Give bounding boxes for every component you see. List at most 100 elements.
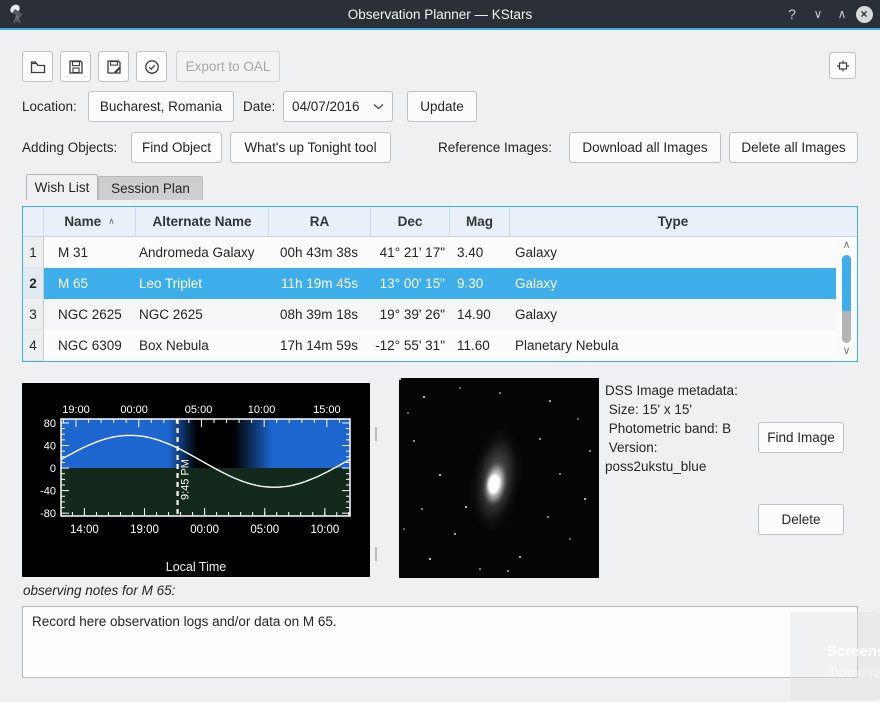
column-header-mag[interactable]: Mag: [450, 207, 510, 236]
find-image-button[interactable]: Find Image: [758, 422, 844, 453]
cell-type: Galaxy: [510, 268, 836, 299]
splitter-handle[interactable]: [373, 383, 379, 577]
column-header-type[interactable]: Type: [510, 207, 836, 236]
table-row[interactable]: 4 NGC 6309 Box Nebula 17h 14m 59s -12° 5…: [23, 330, 836, 361]
cell-alternate-name: Box Nebula: [136, 330, 269, 361]
wish-list-table[interactable]: Name∧ Alternate Name RA Dec Mag Type 1 M…: [22, 206, 858, 362]
minimize-button[interactable]: ∨: [806, 0, 830, 28]
svg-text:14:00: 14:00: [70, 524, 99, 536]
print-button[interactable]: [829, 52, 856, 79]
whats-up-tonight-button[interactable]: What's up Tonight tool: [230, 132, 391, 163]
close-button[interactable]: ×: [852, 0, 876, 28]
column-header-name[interactable]: Name∧: [44, 207, 136, 236]
metadata-title: DSS Image metadata:: [605, 381, 757, 400]
cell-alternate-name: Andromeda Galaxy: [136, 237, 269, 268]
svg-text:10:00: 10:00: [310, 524, 339, 536]
date-combobox[interactable]: 04/07/2016: [283, 91, 393, 122]
date-label: Date:: [243, 91, 275, 122]
update-button[interactable]: Update: [407, 91, 477, 122]
cell-type: Galaxy: [510, 237, 836, 268]
scroll-down-icon[interactable]: ∨: [842, 346, 850, 358]
date-value: 04/07/2016: [292, 99, 360, 114]
cell-alternate-name: NGC 2625: [136, 299, 269, 330]
cell-name: M 31: [44, 237, 136, 268]
svg-text:40: 40: [44, 441, 56, 453]
cell-ra: 08h 39m 18s: [269, 299, 371, 330]
help-button[interactable]: ?: [780, 0, 804, 28]
altitude-vs-time-button[interactable]: [136, 51, 167, 82]
row-number: 1: [23, 237, 44, 268]
sort-ascending-icon: ∧: [108, 216, 115, 227]
cell-mag: 11.60: [450, 330, 510, 361]
table-corner: [23, 207, 44, 236]
cell-dec: 41° 21' 17": [371, 237, 450, 268]
tab-session-plan[interactable]: Session Plan: [98, 176, 203, 200]
export-to-oal-button[interactable]: Export to OAL: [176, 51, 280, 82]
chevron-down-icon: [373, 103, 384, 110]
find-object-button[interactable]: Find Object: [131, 132, 222, 163]
scroll-up-icon[interactable]: ∧: [842, 240, 850, 252]
save-as-icon: [105, 58, 123, 76]
table-scrollbar[interactable]: ∧ ∨: [836, 237, 857, 361]
table-row[interactable]: 2 M 65 Leo Triplet 11h 19m 45s 13° 00' 1…: [23, 268, 836, 299]
table-row[interactable]: 1 M 31 Andromeda Galaxy 00h 43m 38s 41° …: [23, 237, 836, 268]
maximize-button[interactable]: ∧: [830, 0, 854, 28]
svg-text:19:00: 19:00: [130, 524, 159, 536]
delete-all-images-button[interactable]: Delete all Images: [729, 132, 858, 163]
cell-dec: 19° 39' 26": [371, 299, 450, 330]
metadata-version-label: Version:: [605, 438, 757, 457]
svg-text:19:00: 19:00: [62, 404, 90, 416]
cell-name: NGC 2625: [44, 299, 136, 330]
save-icon: [67, 58, 85, 76]
cell-mag: 9.30: [450, 268, 510, 299]
location-button[interactable]: Bucharest, Romania: [88, 91, 234, 122]
cell-name: M 65: [44, 268, 136, 299]
cell-type: Galaxy: [510, 299, 836, 330]
row-number: 3: [23, 299, 44, 330]
table-row[interactable]: 3 NGC 2625 NGC 2625 08h 39m 18s 19° 39' …: [23, 299, 836, 330]
svg-text:05:00: 05:00: [185, 404, 213, 416]
column-header-dec[interactable]: Dec: [371, 207, 450, 236]
dss-image-preview: [399, 378, 599, 578]
folder-icon: [29, 58, 47, 76]
window-title: Observation Planner — KStars: [0, 7, 880, 22]
titlebar[interactable]: Observation Planner — KStars ? ∨ ∧ ×: [0, 0, 880, 28]
cell-alternate-name: Leo Triplet: [136, 268, 269, 299]
adding-objects-label: Adding Objects:: [22, 132, 117, 163]
scrollbar-thumb[interactable]: [842, 255, 851, 311]
svg-text:9:45 PM: 9:45 PM: [180, 459, 192, 500]
close-icon: ×: [856, 6, 873, 23]
altitude-vs-time-chart: 9:45 PM14:0019:0000:0005:0010:0019:0000:…: [22, 383, 370, 577]
chart-x-axis-title: Local Time: [22, 560, 370, 574]
svg-text:-40: -40: [40, 486, 56, 498]
kstars-observation-planner-window: Observation Planner — KStars ? ∨ ∧ × Exp…: [0, 0, 880, 702]
svg-text:00:00: 00:00: [120, 404, 148, 416]
svg-text:80: 80: [44, 418, 56, 430]
star-field: [399, 378, 401, 380]
titlebar-accent-line: [0, 28, 880, 30]
metadata-version-value: poss2ukstu_blue: [605, 457, 757, 476]
tab-wish-list[interactable]: Wish List: [26, 174, 98, 200]
svg-text:10:00: 10:00: [248, 404, 276, 416]
open-list-button[interactable]: [22, 51, 53, 82]
cell-mag: 14.90: [450, 299, 510, 330]
delete-image-button[interactable]: Delete: [758, 504, 844, 535]
column-header-alternate-name[interactable]: Alternate Name: [136, 207, 269, 236]
save-list-button[interactable]: [60, 51, 91, 82]
cell-ra: 00h 43m 38s: [269, 237, 371, 268]
dss-image-metadata: DSS Image metadata: Size: 15' x 15' Phot…: [605, 381, 757, 476]
print-preview-icon: [835, 58, 851, 74]
download-all-images-button[interactable]: Download all Images: [569, 132, 721, 163]
svg-text:-80: -80: [40, 508, 56, 520]
cell-dec: -12° 55' 31": [371, 330, 450, 361]
row-number: 4: [23, 330, 44, 361]
table-header[interactable]: Name∧ Alternate Name RA Dec Mag Type: [23, 207, 857, 237]
metadata-size: Size: 15' x 15': [605, 400, 757, 419]
scrollbar-track[interactable]: [842, 311, 851, 343]
observing-notes-label: observing notes for M 65:: [23, 583, 175, 598]
cell-name: NGC 6309: [44, 330, 136, 361]
observing-notes-textarea[interactable]: Record here observation logs and/or data…: [22, 606, 858, 678]
cell-mag: 3.40: [450, 237, 510, 268]
column-header-ra[interactable]: RA: [269, 207, 371, 236]
save-list-as-button[interactable]: [98, 51, 129, 82]
